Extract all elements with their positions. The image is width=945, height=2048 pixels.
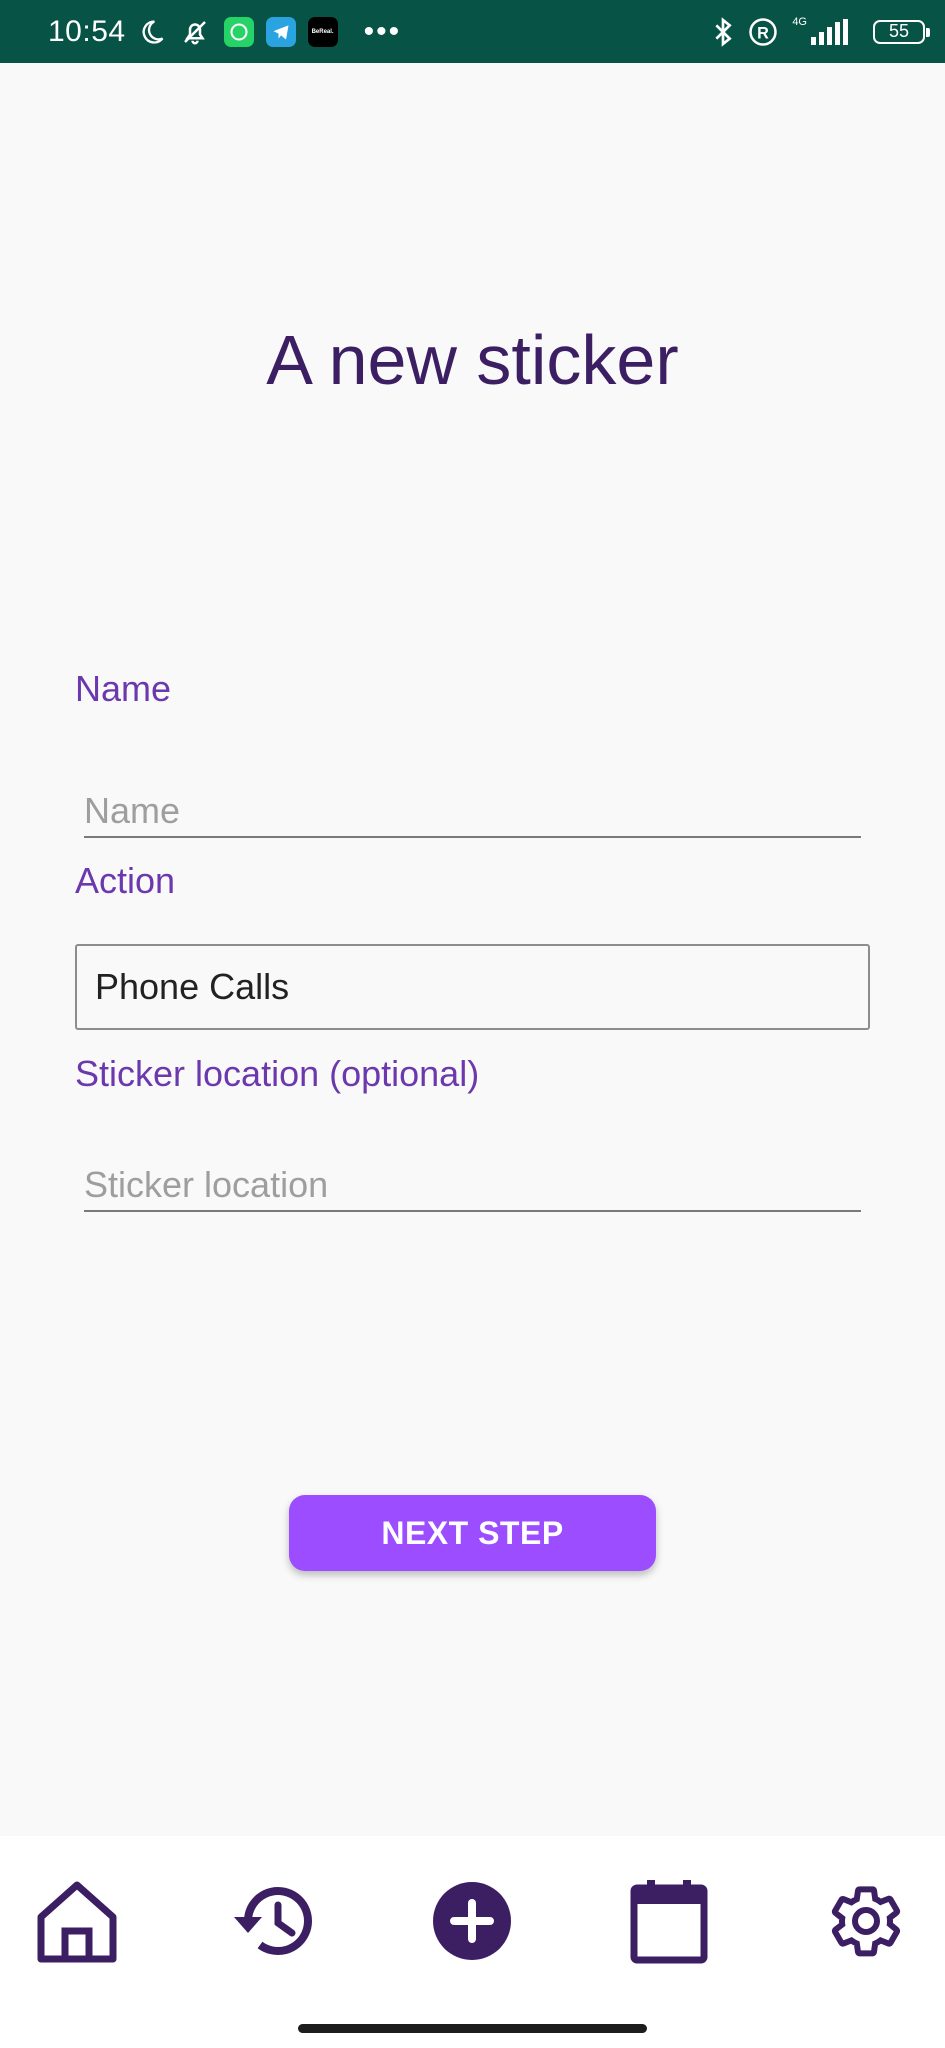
nav-history[interactable] — [229, 1876, 319, 1966]
nav-add[interactable] — [427, 1876, 517, 1966]
calendar-icon — [630, 1880, 708, 1964]
status-time: 10:54 — [48, 14, 126, 48]
telegram-icon — [265, 16, 296, 47]
nav-calendar[interactable] — [624, 1876, 714, 1966]
whatsapp-icon — [223, 16, 254, 47]
action-label: Action — [75, 860, 176, 901]
bluetooth-icon — [712, 16, 734, 48]
action-selected-value: Phone Calls — [95, 966, 290, 1007]
roaming-r-icon: R — [748, 17, 778, 47]
bereal-icon: BeReal. — [307, 16, 338, 47]
network-type: 4G — [792, 15, 807, 28]
home-indicator[interactable] — [298, 2024, 647, 2033]
page-title: A new sticker — [266, 321, 679, 399]
settings-icon — [831, 1886, 901, 1957]
sticker-location-label: Sticker location (optional) — [75, 1053, 480, 1094]
action-select[interactable]: Phone Calls — [75, 944, 870, 1030]
battery-icon: 55 — [873, 19, 930, 44]
muted-bell-icon — [180, 17, 210, 47]
sticker-location-input[interactable] — [84, 1160, 861, 1212]
status-bar: 10:54 BeReal. ••• R 4G 55 — [0, 0, 945, 63]
name-input[interactable] — [84, 786, 861, 838]
add-circle-icon — [433, 1882, 511, 1960]
signal-icon — [809, 18, 849, 45]
svg-text:R: R — [757, 24, 769, 42]
history-icon — [234, 1887, 312, 1955]
status-right: R 4G 55 — [712, 15, 930, 48]
next-step-button[interactable]: NEXT STEP — [289, 1495, 656, 1571]
nav-home[interactable] — [32, 1876, 122, 1966]
name-label: Name — [75, 668, 172, 709]
more-notifications-icon: ••• — [363, 14, 402, 48]
home-icon — [37, 1881, 117, 1963]
bottom-navigation — [0, 1836, 945, 2048]
nav-settings[interactable] — [821, 1876, 911, 1966]
do-not-disturb-moon-icon — [138, 18, 166, 46]
